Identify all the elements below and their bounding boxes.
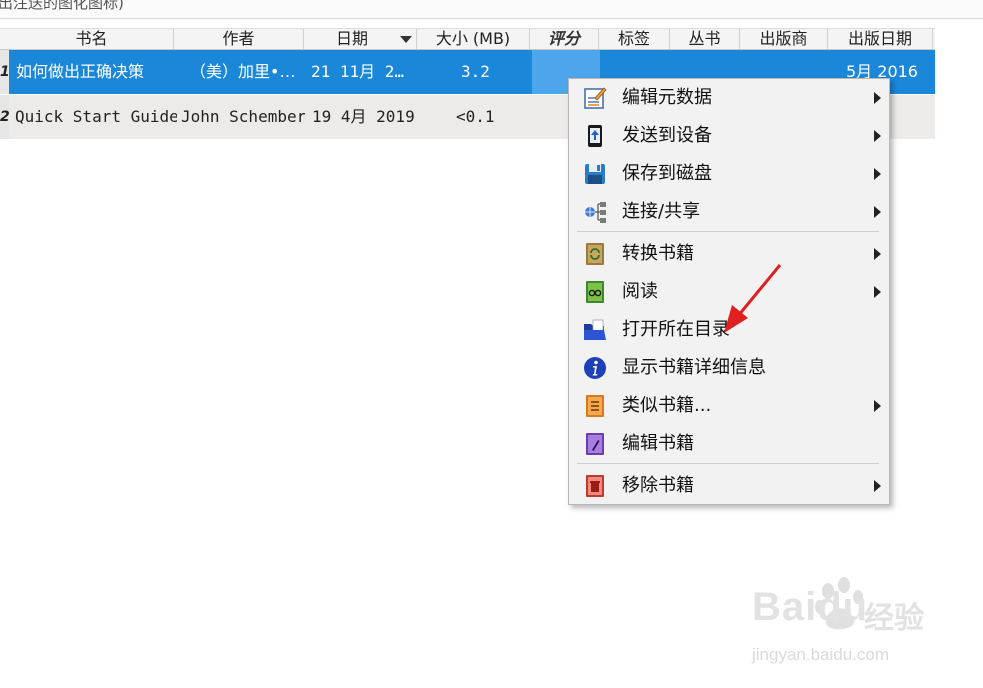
watermark-brand: Baidu	[752, 585, 869, 629]
watermark-url: jingyan.baidu.com	[752, 645, 890, 664]
baidu-jingyan-watermark: Baidu 经验 jingyan.baidu.com	[752, 575, 982, 685]
watermark-cn: 经验	[864, 601, 924, 636]
